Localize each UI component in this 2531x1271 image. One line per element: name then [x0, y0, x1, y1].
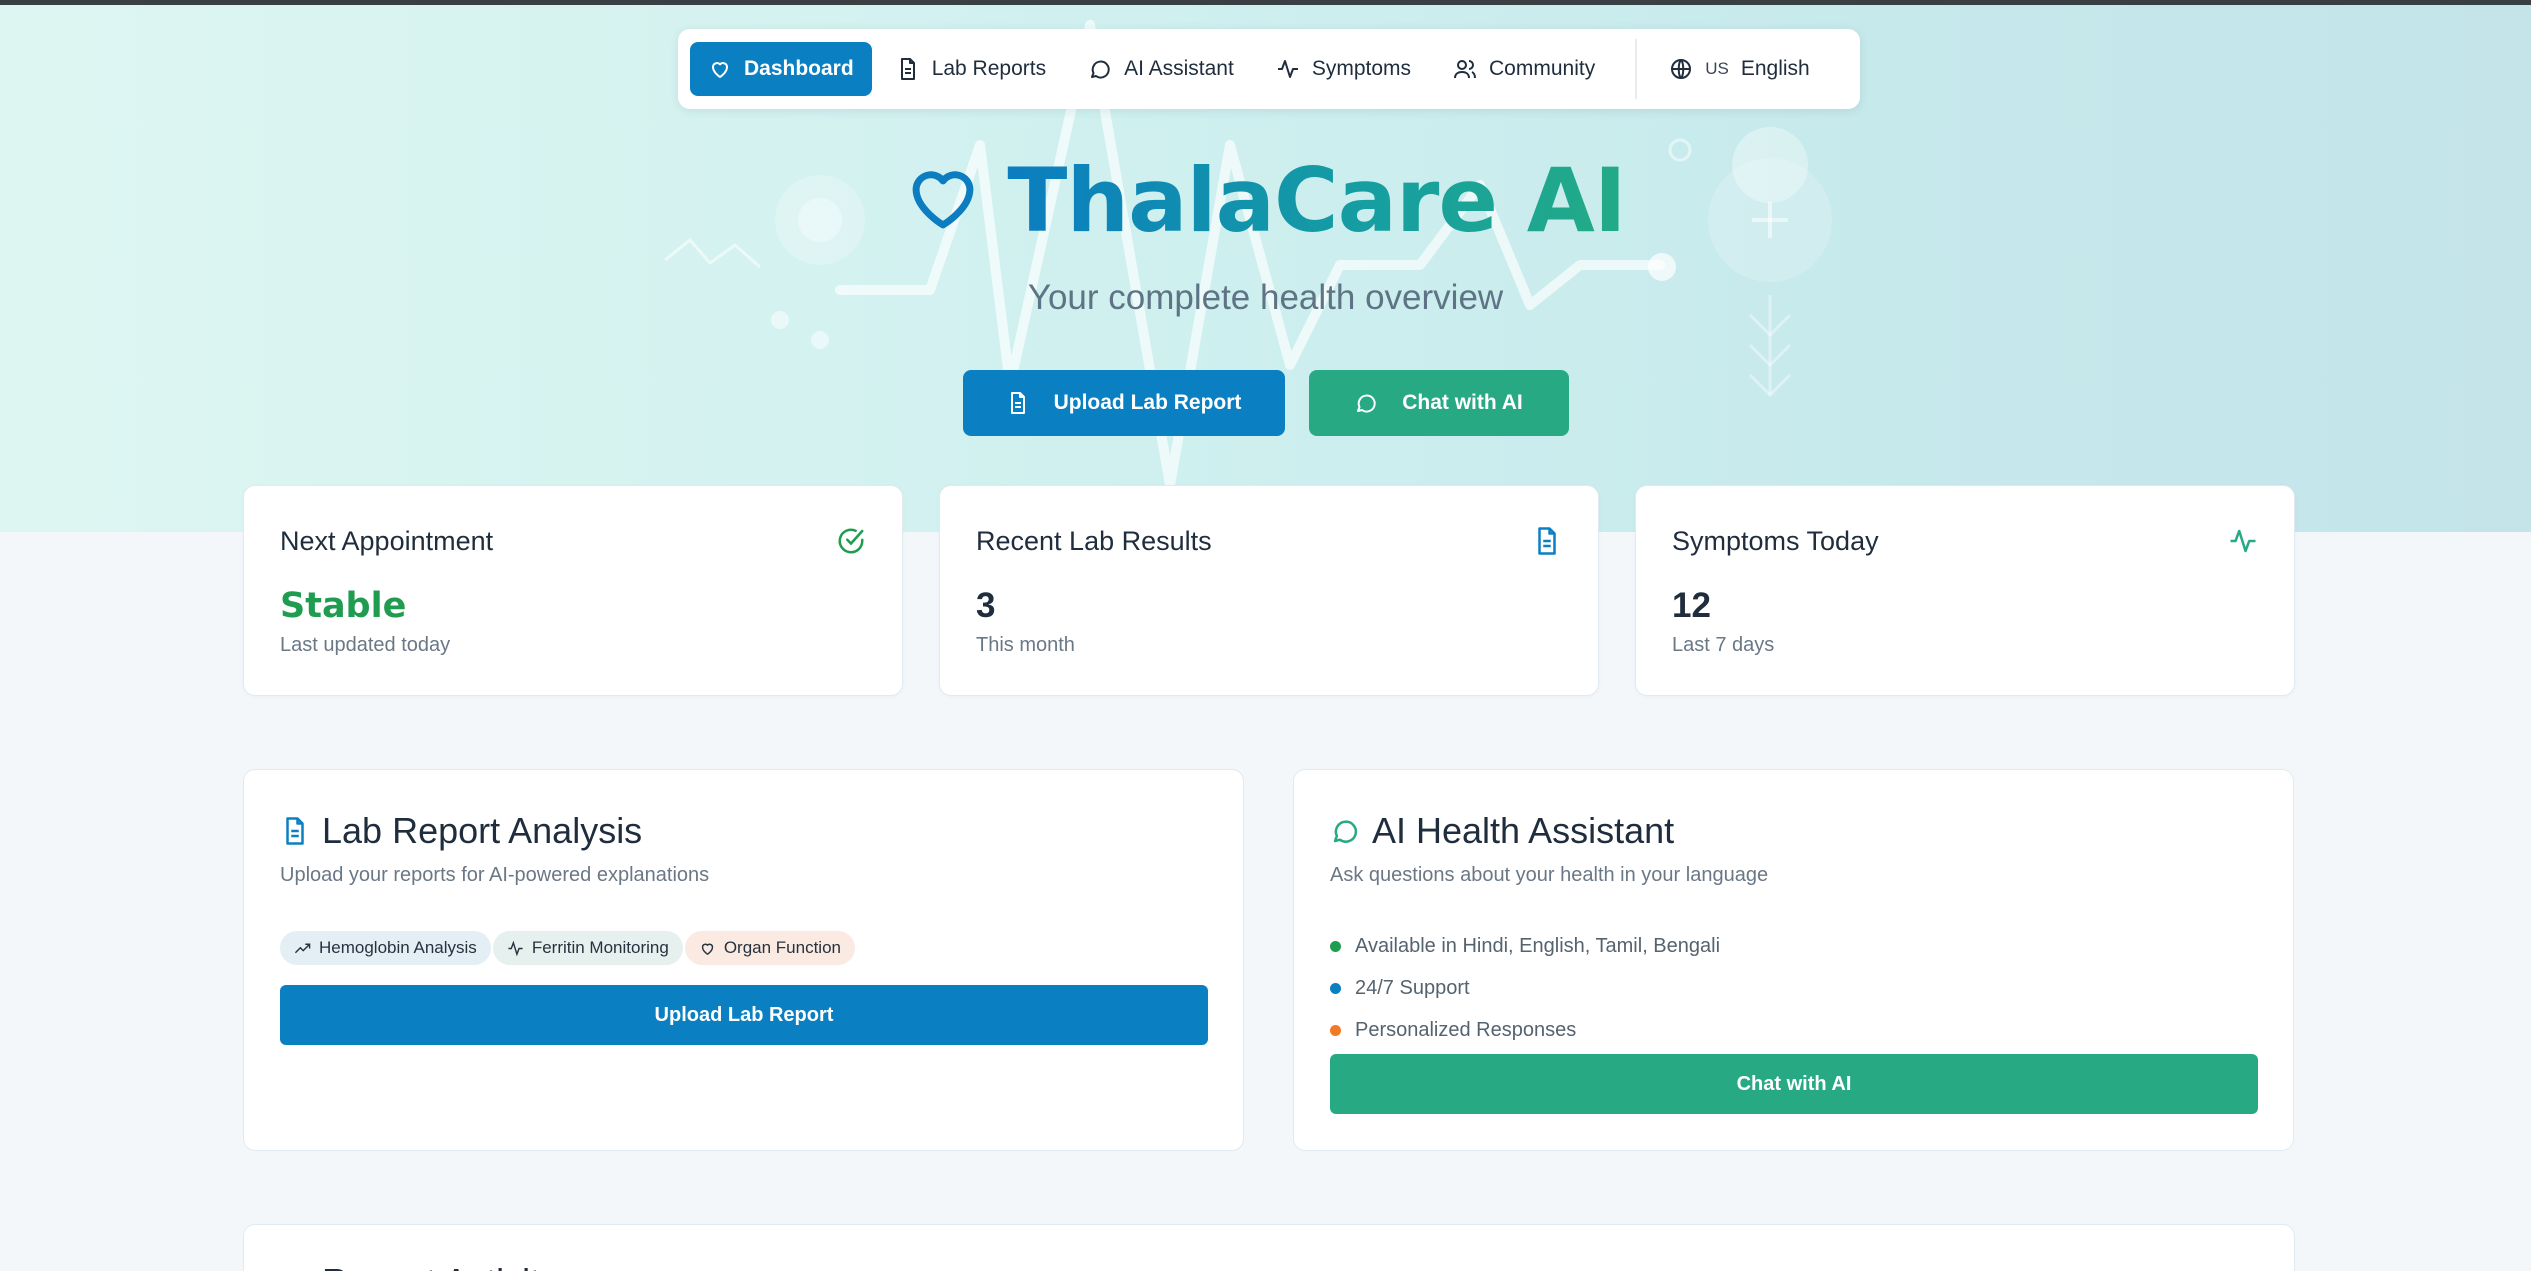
nav-item-dashboard[interactable]: Dashboard [690, 42, 872, 96]
stat-title: Next Appointment [280, 526, 494, 556]
card-description: Upload your reports for AI-powered expla… [280, 864, 710, 886]
card-header: Lab Report Analysis [280, 806, 1207, 856]
language-label: English [1740, 57, 1810, 80]
nav-item-label: Lab Reports [931, 57, 1047, 80]
globe-icon [1671, 59, 1692, 79]
document-icon [900, 58, 915, 80]
chip-label: Hemoglobin Analysis [319, 938, 477, 957]
stat-value: 3 [976, 586, 996, 625]
stat-title: Recent Lab Results [976, 526, 1212, 556]
chat-icon [1357, 394, 1376, 413]
ai-health-assistant-card: AI Health Assistant Ask questions about … [1293, 769, 2294, 1151]
card-title: Recent Activity [322, 1261, 558, 1271]
document-icon [1538, 527, 1556, 555]
flag-label: US [1705, 59, 1729, 78]
stat-subtext: Last updated today [280, 634, 451, 656]
button-label: Chat with AI [1402, 391, 1523, 414]
list-item: Personalized Responses [1330, 1009, 2257, 1051]
stat-card-recent-lab-results: Recent Lab Results 3 This month [939, 485, 1599, 696]
card-description: Ask questions about your health in your … [1330, 864, 1769, 886]
hero-actions: Upload Lab Report Chat with AI [0, 370, 2531, 436]
activity-icon [508, 940, 523, 956]
lab-report-analysis-card: Lab Report Analysis Upload your reports … [243, 769, 1244, 1151]
heart-icon [905, 160, 1007, 241]
app-title: ThalaCare AI [1007, 148, 1626, 252]
card-title: Lab Report Analysis [322, 810, 643, 851]
activity-icon [2230, 529, 2256, 553]
chat-with-ai-button[interactable]: Chat with AI [1308, 370, 1569, 436]
document-icon [286, 817, 304, 845]
top-navigation: Dashboard Lab Reports AI Assistant Sympt… [678, 29, 1860, 109]
brand-heading: ThalaCare AI [0, 145, 2531, 255]
list-item-text: Available in Hindi, English, Tamil, Beng… [1355, 934, 1721, 957]
blue-dot-icon [1330, 982, 1341, 994]
activity-icon [1277, 60, 1298, 78]
trending-up-icon [294, 943, 311, 953]
list-item-text: 24/7 Support [1355, 976, 1470, 999]
document-icon [1010, 392, 1025, 414]
stat-value: Stable [280, 586, 407, 626]
stat-subtext: Last 7 days [1672, 634, 1775, 656]
page-subtitle: Your complete health overview [1027, 278, 1504, 317]
green-dot-icon [1330, 940, 1341, 952]
card-header: AI Health Assistant [1330, 806, 2257, 856]
stat-title: Symptoms Today [1672, 526, 1879, 556]
list-item: Available in Hindi, English, Tamil, Beng… [1330, 925, 2257, 967]
list-item: 24/7 Support [1330, 967, 2257, 1009]
users-icon [1454, 60, 1476, 79]
upload-lab-report-card-button[interactable]: Upload Lab Report [280, 985, 1208, 1045]
nav-item-label: Community [1489, 57, 1596, 80]
chip-hemoglobin-analysis: Hemoglobin Analysis [280, 931, 491, 965]
nav-item-lab-reports[interactable]: Lab Reports [878, 42, 1064, 96]
orange-dot-icon [1330, 1024, 1341, 1036]
nav-item-symptoms[interactable]: Symptoms [1258, 42, 1429, 96]
chip-label: Organ Function [723, 938, 841, 957]
feature-chips: Hemoglobin Analysis Ferritin Monitoring … [280, 931, 1207, 965]
nav-item-community[interactable]: Community [1435, 42, 1613, 96]
stat-card-symptoms-today: Symptoms Today 12 Last 7 days [1635, 485, 2295, 696]
button-label: Upload Lab Report [1053, 391, 1242, 414]
chip-label: Ferritin Monitoring [531, 938, 669, 957]
nav-divider [1635, 39, 1638, 99]
card-title: AI Health Assistant [1372, 810, 1675, 851]
stat-card-next-appointment: Next Appointment Stable Last updated tod… [243, 485, 903, 696]
card-header: Recent Activity [280, 1261, 558, 1271]
heart-icon [701, 943, 713, 955]
chat-with-ai-card-button[interactable]: Chat with AI [1330, 1054, 2258, 1114]
stat-value: 12 [1672, 586, 1711, 625]
nav-item-ai-assistant[interactable]: AI Assistant [1070, 42, 1252, 96]
chat-icon [1091, 60, 1110, 79]
heart-icon [712, 62, 728, 78]
stat-subtext: This month [976, 634, 1075, 656]
feature-list: Available in Hindi, English, Tamil, Beng… [1330, 925, 2257, 1051]
recent-activity-card: Recent Activity [243, 1224, 2295, 1271]
nav-item-label: AI Assistant [1124, 57, 1234, 80]
check-circle-icon [838, 528, 864, 554]
nav-item-label: Symptoms [1311, 57, 1411, 80]
list-item-text: Personalized Responses [1355, 1018, 1577, 1041]
upload-lab-report-button[interactable]: Upload Lab Report [962, 370, 1285, 436]
nav-item-label: Dashboard [744, 57, 854, 80]
chip-organ-function: Organ Function [684, 931, 855, 965]
chat-icon [1333, 820, 1358, 843]
chip-ferritin-monitoring: Ferritin Monitoring [492, 931, 683, 965]
language-selector[interactable]: US English [1651, 42, 1828, 96]
